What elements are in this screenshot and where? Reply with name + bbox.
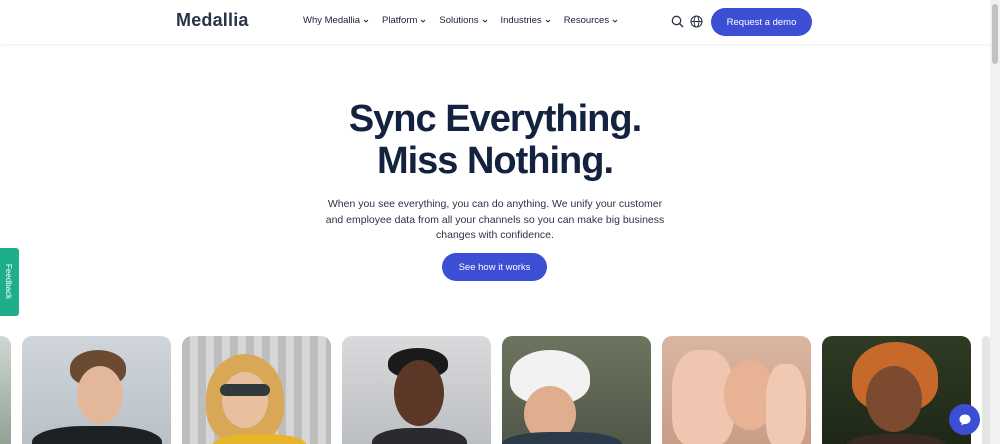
body — [32, 426, 162, 444]
body — [502, 432, 622, 444]
globe-icon[interactable] — [690, 15, 703, 28]
medallia-logo[interactable]: Medallia — [176, 10, 249, 31]
page-scrollbar[interactable] — [990, 0, 1000, 444]
hero-description: When you see everything, you can do anyt… — [325, 198, 665, 241]
nav-label: Why Medallia — [303, 15, 361, 26]
hand — [766, 364, 806, 444]
nav-why-medallia[interactable]: Why Medallia — [303, 15, 369, 26]
chevron-down-icon — [612, 19, 618, 23]
photo-card-partial-right — [982, 336, 990, 444]
search-icon[interactable] — [671, 15, 684, 28]
scrollbar-thumb[interactable] — [992, 4, 998, 64]
body — [372, 428, 467, 444]
face — [394, 360, 444, 426]
chevron-down-icon — [363, 19, 369, 23]
nav-label: Industries — [500, 15, 542, 26]
body — [212, 434, 307, 444]
nav-label: Platform — [382, 15, 418, 26]
nav-platform[interactable]: Platform — [382, 15, 426, 26]
chat-bubble-icon — [959, 414, 970, 425]
face — [222, 372, 268, 428]
photo-card-cyclist-helmet — [502, 336, 651, 444]
site-header: Medallia Why Medallia Platform Solutions… — [0, 0, 990, 44]
body — [846, 434, 946, 444]
request-demo-button[interactable]: Request a demo — [711, 8, 812, 36]
chat-button[interactable] — [949, 404, 980, 435]
face — [77, 366, 123, 424]
nav-label: Resources — [563, 15, 610, 26]
face — [866, 366, 922, 432]
nav-resources[interactable]: Resources — [564, 15, 618, 26]
chevron-down-icon — [421, 19, 426, 23]
main-nav: Why Medallia Platform Solutions Industri… — [303, 15, 618, 26]
photo-card-partial-left — [0, 336, 11, 444]
nav-solutions[interactable]: Solutions — [439, 15, 487, 26]
feedback-label: Feedback — [4, 264, 13, 300]
nav-label: Solutions — [439, 15, 479, 26]
photo-card-woman-sunglasses — [182, 336, 331, 444]
chevron-down-icon — [482, 19, 487, 23]
chevron-down-icon — [545, 19, 551, 23]
sunglasses — [220, 384, 270, 396]
nav-industries[interactable]: Industries — [501, 15, 551, 26]
photo-card-man-braids — [342, 336, 491, 444]
photo-card-woman-waving — [662, 336, 811, 444]
feedback-tab[interactable]: Feedback — [0, 248, 19, 316]
see-how-it-works-button[interactable]: See how it works — [442, 253, 547, 281]
hero-title-line-2: Miss Nothing. — [376, 140, 614, 182]
photo-card-woman-curly-hair — [822, 336, 971, 444]
hero-title-line-1: Sync Everything. — [348, 98, 642, 140]
photo-card-young-man-smiling — [22, 336, 171, 444]
hero-title: Sync Everything. Miss Nothing. — [0, 98, 990, 182]
